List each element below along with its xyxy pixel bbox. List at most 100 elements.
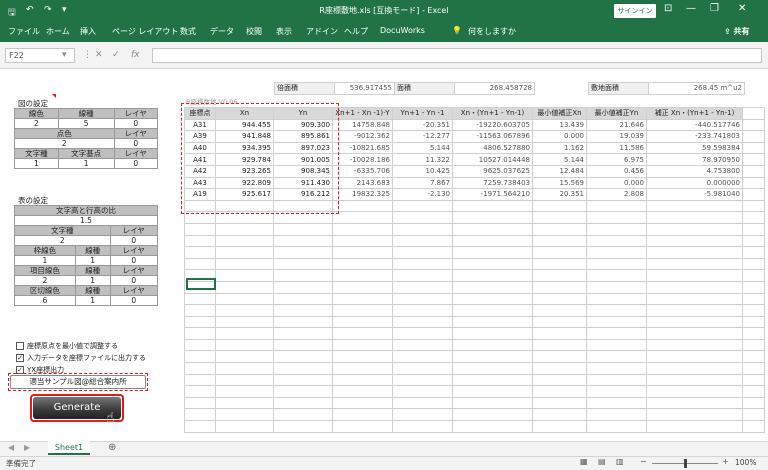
grid-cell[interactable] — [646, 408, 743, 422]
grid-cell[interactable] — [332, 292, 393, 306]
grid-cell[interactable] — [273, 304, 333, 317]
grid-cell[interactable] — [273, 408, 333, 422]
grid-cell[interactable] — [273, 396, 333, 410]
grid-cell[interactable] — [586, 420, 647, 433]
value-cell[interactable]: -12.277 — [392, 130, 453, 143]
grid-cell[interactable] — [586, 396, 647, 410]
grid-cell[interactable] — [215, 257, 274, 271]
grid-cell[interactable] — [742, 362, 765, 375]
grid-cell[interactable] — [532, 222, 587, 236]
grid-cell[interactable] — [184, 222, 216, 236]
grid-cell[interactable] — [646, 304, 743, 317]
grid-cell[interactable] — [273, 234, 333, 248]
grid-cell[interactable] — [646, 292, 743, 306]
grid-cell[interactable] — [452, 199, 533, 213]
name-box-dropdown-icon[interactable]: ▾ — [62, 50, 67, 60]
grid-cell[interactable] — [646, 246, 743, 259]
value-cell[interactable]: 59.598384 — [646, 141, 743, 155]
add-sheet-icon[interactable]: ⊕ — [108, 442, 116, 453]
share-button[interactable]: ⇪ 共有 — [724, 26, 750, 37]
line-color-value[interactable]: 2 — [14, 118, 59, 129]
grid-cell[interactable] — [532, 362, 587, 375]
grid-cell[interactable] — [452, 280, 533, 294]
grid-cell[interactable] — [332, 327, 393, 340]
grid-cell[interactable] — [184, 396, 216, 410]
grid-cell[interactable] — [646, 362, 743, 375]
tab-review[interactable]: 校閲 — [246, 26, 262, 37]
zoom-out-icon[interactable]: − — [640, 457, 647, 466]
item-layer-value[interactable]: 0 — [109, 275, 159, 286]
grid-cell[interactable] — [742, 257, 765, 271]
grid-cell[interactable] — [332, 211, 393, 224]
value-cell[interactable]: 2.808 — [586, 188, 647, 201]
grid-cell[interactable] — [742, 327, 765, 340]
zoom-slider-handle[interactable] — [684, 459, 687, 468]
grid-cell[interactable] — [586, 222, 647, 236]
grid-cell[interactable] — [742, 188, 765, 201]
grid-cell[interactable] — [532, 292, 587, 306]
grid-cell[interactable] — [586, 304, 647, 317]
grid-cell[interactable] — [742, 304, 765, 317]
grid-cell[interactable] — [184, 385, 216, 398]
grid-cell[interactable] — [646, 396, 743, 410]
grid-cell[interactable] — [646, 338, 743, 352]
value-cell[interactable]: -233.741803 — [646, 130, 743, 143]
grid-cell[interactable] — [273, 246, 333, 259]
grid-cell[interactable] — [742, 222, 765, 236]
grid-cell[interactable] — [184, 420, 216, 433]
grid-cell[interactable] — [586, 315, 647, 329]
grid-cell[interactable] — [392, 315, 453, 329]
grid-cell[interactable] — [586, 338, 647, 352]
grid-cell[interactable] — [646, 280, 743, 294]
grid-cell[interactable] — [742, 280, 765, 294]
grid-cell[interactable] — [742, 292, 765, 306]
grid-cell[interactable] — [215, 396, 274, 410]
value-cell[interactable]: 10.425 — [392, 164, 453, 178]
value-cell[interactable]: 20.351 — [532, 188, 587, 201]
grid-cell[interactable] — [184, 246, 216, 259]
value-cell[interactable]: -20.351 — [392, 118, 453, 132]
grid-cell[interactable] — [392, 373, 453, 387]
signin-button[interactable]: サインイン — [614, 4, 656, 18]
grid-cell[interactable] — [332, 234, 393, 248]
grid-cell[interactable] — [586, 292, 647, 306]
tab-formulas[interactable]: 数式 — [180, 26, 196, 37]
maximize-icon[interactable]: ❐ — [710, 3, 719, 14]
grid-cell[interactable] — [532, 246, 587, 259]
char-type-value[interactable]: 1 — [14, 158, 59, 169]
grid-cell[interactable] — [184, 408, 216, 422]
grid-cell[interactable] — [273, 269, 333, 282]
value-cell[interactable]: 19.039 — [586, 130, 647, 143]
grid-cell[interactable] — [742, 385, 765, 398]
grid-cell[interactable] — [392, 350, 453, 364]
grid-cell[interactable] — [332, 338, 393, 352]
grid-cell[interactable] — [742, 211, 765, 224]
active-cell[interactable] — [186, 278, 216, 290]
value-cell[interactable]: 7.867 — [392, 176, 453, 190]
grid-cell[interactable] — [215, 269, 274, 282]
grid-cell[interactable] — [332, 199, 393, 213]
line-type-value[interactable]: 5 — [57, 118, 115, 129]
grid-cell[interactable] — [332, 257, 393, 271]
grid-cell[interactable] — [532, 315, 587, 329]
grid-cell[interactable] — [742, 118, 765, 132]
minimize-icon[interactable]: — — [686, 3, 696, 14]
grid-cell[interactable] — [452, 338, 533, 352]
grid-cell[interactable] — [532, 385, 587, 398]
grid-cell[interactable] — [452, 408, 533, 422]
grid-cell[interactable] — [215, 304, 274, 317]
grid-cell[interactable] — [532, 234, 587, 248]
grid-cell[interactable] — [586, 408, 647, 422]
grid-cell[interactable] — [184, 304, 216, 317]
scroll-right-icon[interactable]: ▶ — [24, 443, 30, 452]
ribbon-display-icon[interactable]: ⊡ — [664, 3, 672, 14]
grid-cell[interactable] — [742, 396, 765, 410]
grid-cell[interactable] — [742, 246, 765, 259]
grid-cell[interactable] — [392, 385, 453, 398]
grid-cell[interactable] — [215, 420, 274, 433]
grid-cell[interactable] — [392, 257, 453, 271]
tab-file[interactable]: ファイル — [8, 26, 40, 37]
checkbox-output-data-box[interactable]: ✓ — [16, 354, 24, 362]
item-type-value[interactable]: 1 — [74, 275, 111, 286]
grid-cell[interactable] — [215, 315, 274, 329]
